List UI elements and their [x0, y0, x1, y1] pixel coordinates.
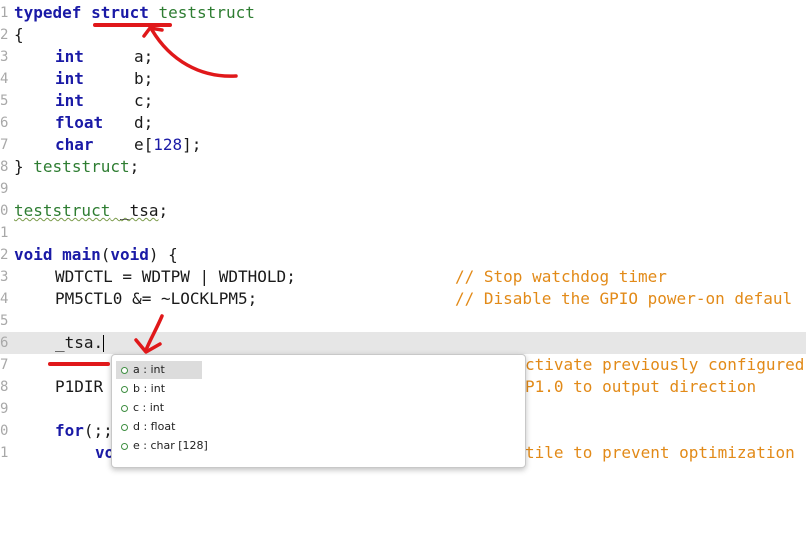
annotation-overlay: [48, 23, 238, 366]
arrow-to-struct-mark: [150, 28, 238, 78]
